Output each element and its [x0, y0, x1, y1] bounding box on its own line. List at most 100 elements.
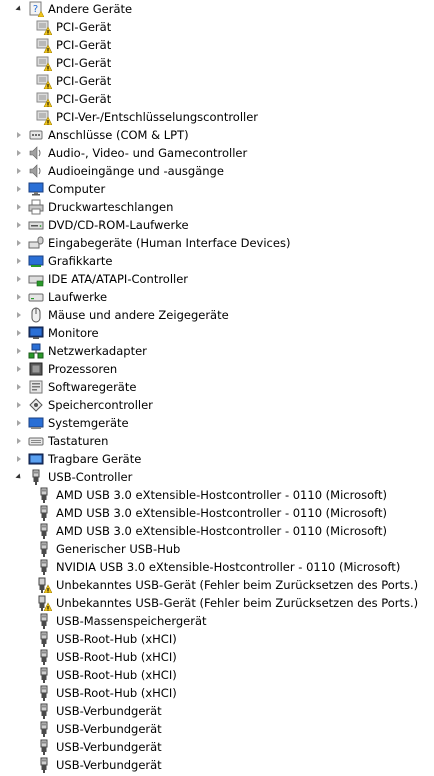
expand-arrow-icon[interactable]: [14, 432, 24, 450]
device-usb-unknown-2[interactable]: Unbekanntes USB-Gerät (Fehler beim Zurüc…: [32, 594, 419, 612]
usb-icon: [36, 541, 52, 557]
expand-arrow-icon[interactable]: [14, 198, 24, 216]
tree-item-label: Audio-, Video- und Gamecontroller: [48, 146, 248, 160]
tree-item-label: AMD USB 3.0 eXtensible-Hostcontroller - …: [56, 506, 387, 520]
usb-icon: [36, 505, 52, 521]
device-pci-2[interactable]: PCI-Gerät: [32, 36, 112, 54]
device-pci-5[interactable]: PCI-Gerät: [32, 90, 112, 108]
device-usb-root-hub-2[interactable]: USB-Root-Hub (xHCI): [32, 648, 178, 666]
category-anschluesse[interactable]: Anschlüsse (COM & LPT): [14, 126, 190, 144]
device-usb-composite-2[interactable]: USB-Verbundgerät: [32, 720, 163, 738]
category-speicher[interactable]: Speichercontroller: [14, 396, 154, 414]
device-usb-amd-1[interactable]: AMD USB 3.0 eXtensible-Hostcontroller - …: [32, 486, 388, 504]
expand-arrow-icon[interactable]: [14, 270, 24, 288]
expand-arrow-icon[interactable]: [14, 414, 24, 432]
usb-icon: [28, 469, 44, 485]
device-usb-composite-3[interactable]: USB-Verbundgerät: [32, 738, 163, 756]
expand-arrow-icon[interactable]: [14, 306, 24, 324]
device-usb-mass-storage[interactable]: USB-Massenspeichergerät: [32, 612, 208, 630]
device-usb-hub[interactable]: Generischer USB-Hub: [32, 540, 181, 558]
expand-arrow-icon[interactable]: [14, 126, 24, 144]
expand-arrow-icon[interactable]: [14, 162, 24, 180]
device-usb-unknown-1[interactable]: Unbekanntes USB-Gerät (Fehler beim Zurüc…: [32, 576, 419, 594]
expand-arrow-icon[interactable]: [14, 216, 24, 234]
device-pci-4[interactable]: PCI-Gerät: [32, 72, 112, 90]
category-ide[interactable]: IDE ATA/ATAPI-Controller: [14, 270, 189, 288]
category-netzwerk[interactable]: Netzwerkadapter: [14, 342, 148, 360]
category-druck[interactable]: Druckwarteschlangen: [14, 198, 174, 216]
port-icon: [28, 127, 44, 143]
usb-icon: [36, 487, 52, 503]
expand-arrow-icon[interactable]: [14, 378, 24, 396]
tree-item-label: USB-Verbundgerät: [56, 758, 162, 772]
tree-item-label: DVD/CD-ROM-Laufwerke: [48, 218, 189, 232]
category-hid[interactable]: Eingabegeräte (Human Interface Devices): [14, 234, 291, 252]
device-pci-1[interactable]: PCI-Gerät: [32, 18, 112, 36]
category-grafik[interactable]: Grafikkarte: [14, 252, 113, 270]
device-usb-composite-1[interactable]: USB-Verbundgerät: [32, 702, 163, 720]
expand-arrow-icon[interactable]: [14, 360, 24, 378]
category-monitore[interactable]: Monitore: [14, 324, 100, 342]
device-usb-composite-4[interactable]: USB-Verbundgerät: [32, 756, 163, 774]
tree-item-label: AMD USB 3.0 eXtensible-Hostcontroller - …: [56, 488, 387, 502]
device-usb-root-hub-4[interactable]: USB-Root-Hub (xHCI): [32, 684, 178, 702]
tree-item-label: NVIDIA USB 3.0 eXtensible-Hostcontroller…: [56, 560, 401, 574]
processor-icon: [28, 361, 44, 377]
tree-item-label: Systemgeräte: [48, 416, 129, 430]
tree-item-label: USB-Massenspeichergerät: [56, 614, 207, 628]
category-laufwerke[interactable]: Laufwerke: [14, 288, 108, 306]
expand-arrow-icon[interactable]: [14, 234, 24, 252]
device-pci-3[interactable]: PCI-Gerät: [32, 54, 112, 72]
device-usb-root-hub-3[interactable]: USB-Root-Hub (xHCI): [32, 666, 178, 684]
category-usb[interactable]: USB-Controller: [14, 468, 133, 486]
speaker-icon: [28, 163, 44, 179]
tree-item-label: Tragbare Geräte: [48, 452, 142, 466]
expand-arrow-icon[interactable]: [14, 288, 24, 306]
device-pci-crypto[interactable]: PCI-Ver-/Entschlüsselungscontroller: [32, 108, 259, 126]
tree-item-label: PCI-Gerät: [56, 92, 112, 106]
category-tragbar[interactable]: Tragbare Geräte: [14, 450, 142, 468]
tree-item-label: Unbekanntes USB-Gerät (Fehler beim Zurüc…: [56, 578, 419, 592]
device-usb-nvidia[interactable]: NVIDIA USB 3.0 eXtensible-Hostcontroller…: [32, 558, 401, 576]
tree-item-label: PCI-Ver-/Entschlüsselungscontroller: [56, 110, 259, 124]
usb-icon: [36, 559, 52, 575]
device-usb-amd-2[interactable]: AMD USB 3.0 eXtensible-Hostcontroller - …: [32, 504, 388, 522]
usb-icon: [36, 739, 52, 755]
tree-item-label: Prozessoren: [48, 362, 118, 376]
tree-item-label: AMD USB 3.0 eXtensible-Hostcontroller - …: [56, 524, 387, 538]
device-usb-amd-3[interactable]: AMD USB 3.0 eXtensible-Hostcontroller - …: [32, 522, 388, 540]
expand-arrow-icon[interactable]: [14, 450, 24, 468]
category-andere-geraete[interactable]: ? Andere Geräte: [14, 0, 133, 18]
mouse-icon: [28, 307, 44, 323]
device-usb-root-hub-1[interactable]: USB-Root-Hub (xHCI): [32, 630, 178, 648]
category-prozessoren[interactable]: Prozessoren: [14, 360, 118, 378]
collapse-arrow-icon[interactable]: [14, 468, 24, 486]
category-computer[interactable]: Computer: [14, 180, 106, 198]
warning-device-icon: [36, 37, 53, 54]
category-dvd[interactable]: DVD/CD-ROM-Laufwerke: [14, 216, 190, 234]
expand-arrow-icon[interactable]: [14, 324, 24, 342]
category-audio-video[interactable]: Audio-, Video- und Gamecontroller: [14, 144, 248, 162]
tree-item-label: PCI-Gerät: [56, 20, 112, 34]
category-audio-io[interactable]: Audioeingänge und -ausgänge: [14, 162, 225, 180]
tree-item-label: USB-Verbundgerät: [56, 740, 162, 754]
category-tastaturen[interactable]: Tastaturen: [14, 432, 109, 450]
tree-item-label: Andere Geräte: [48, 2, 133, 16]
tree-item-label: USB-Root-Hub (xHCI): [56, 632, 177, 646]
tree-item-label: USB-Root-Hub (xHCI): [56, 668, 177, 682]
usb-icon: [36, 667, 52, 683]
usb-icon: [36, 757, 52, 773]
collapse-arrow-icon[interactable]: [14, 0, 24, 18]
category-maeuse[interactable]: Mäuse und andere Zeigegeräte: [14, 306, 230, 324]
expand-arrow-icon[interactable]: [14, 396, 24, 414]
expand-arrow-icon[interactable]: [14, 342, 24, 360]
expand-arrow-icon[interactable]: [14, 144, 24, 162]
usb-icon: [36, 613, 52, 629]
expand-arrow-icon[interactable]: [14, 180, 24, 198]
tree-item-label: USB-Root-Hub (xHCI): [56, 650, 177, 664]
expand-arrow-icon[interactable]: [14, 252, 24, 270]
category-system[interactable]: Systemgeräte: [14, 414, 130, 432]
display-adapter-icon: [28, 253, 44, 269]
tree-item-label: Monitore: [48, 326, 99, 340]
category-software[interactable]: Softwaregeräte: [14, 378, 137, 396]
